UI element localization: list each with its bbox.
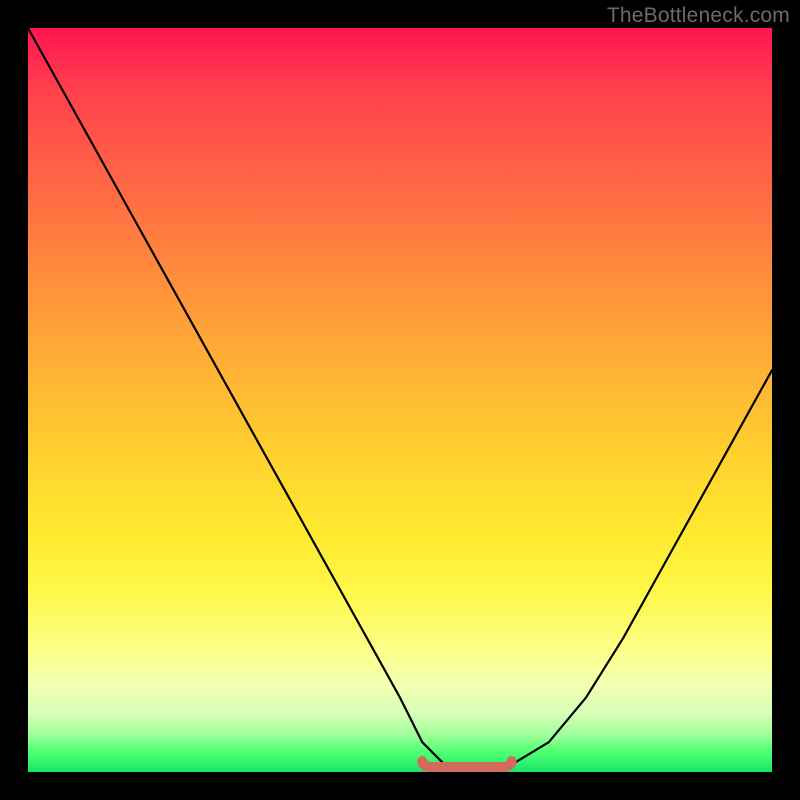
chart-frame: TheBottleneck.com <box>0 0 800 800</box>
plot-area <box>28 28 772 772</box>
watermark-text: TheBottleneck.com <box>607 4 790 28</box>
curve-svg <box>28 28 772 772</box>
optimal-zone-path <box>422 761 511 767</box>
bottleneck-curve-path <box>28 28 772 772</box>
